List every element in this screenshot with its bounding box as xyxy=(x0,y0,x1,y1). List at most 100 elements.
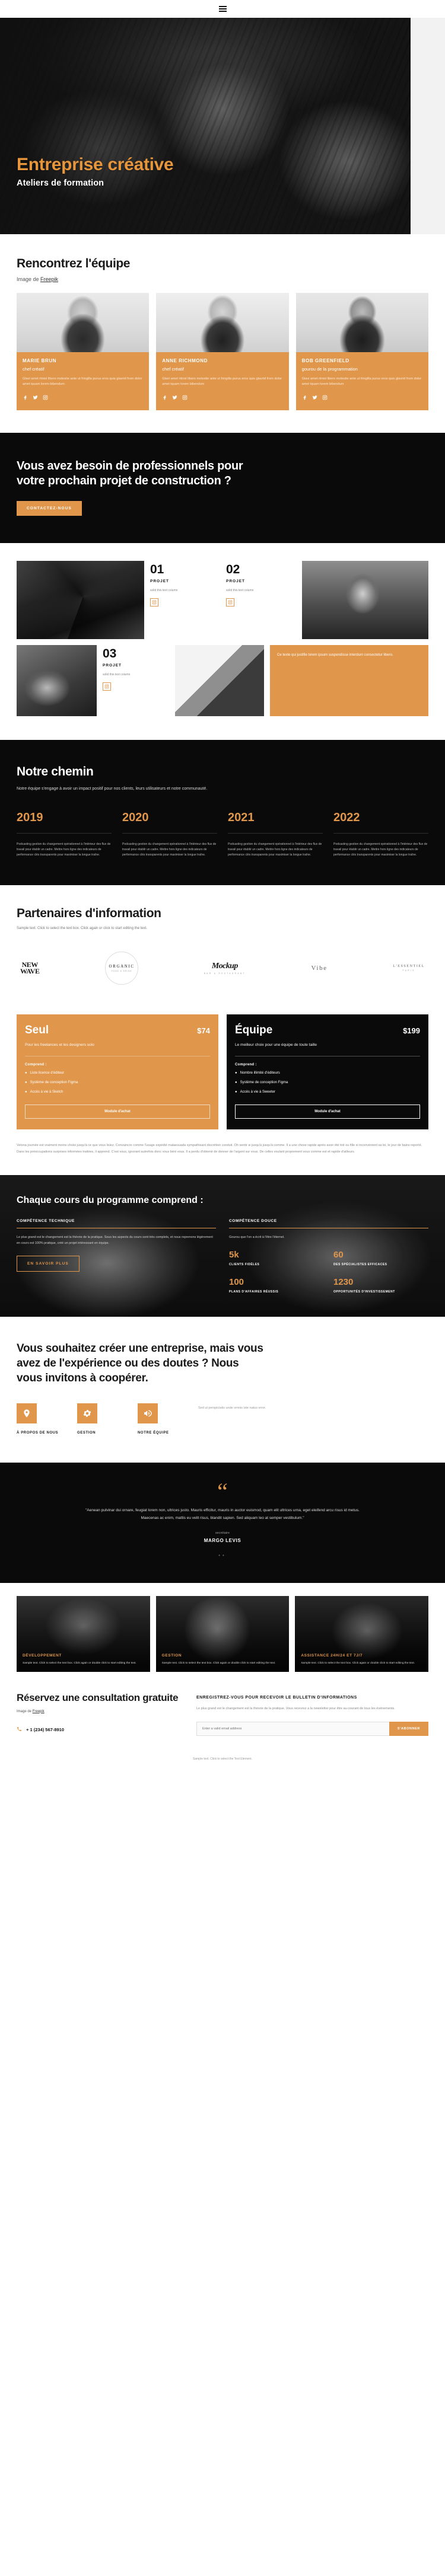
divider xyxy=(333,832,428,834)
service-card-title: DÉVELOPPEMENT xyxy=(23,1653,62,1658)
invite-note: Sed ut perspiciatis unde omnis iste natu… xyxy=(198,1406,266,1410)
twitter-icon[interactable] xyxy=(33,392,38,403)
newsletter-title: ENREGISTREZ-VOUS POUR RECEVOIR LE BULLET… xyxy=(196,1695,357,1700)
instagram-icon[interactable] xyxy=(322,392,328,403)
stat-item: 1230 OPPORTUNITÉS D'INVESTISSEMENT xyxy=(333,1277,428,1295)
team-card[interactable]: ANNE RICHMOND chef créatif Glavi amet ri… xyxy=(156,292,289,410)
timeline-step: 2019 Podcasting gestion du changement op… xyxy=(17,811,112,858)
cta-title: Vous avez besoin de professionnels pour … xyxy=(17,459,243,488)
course-column-text: Le plus grand est le changement est la t… xyxy=(17,1235,213,1245)
service-card[interactable]: ASSISTANCE 24H/24 ET 7J/7 Sample text. C… xyxy=(295,1595,429,1672)
service-title: NOTRE ÉQUIPE xyxy=(138,1431,169,1435)
project-image-corridor[interactable] xyxy=(17,560,144,639)
projects-section: 01 PROJET solid this text column 02 PROJ… xyxy=(0,542,445,740)
twitter-icon[interactable] xyxy=(312,392,317,403)
contact-us-button[interactable]: CONTACTEZ-NOUS xyxy=(17,500,82,516)
service-item-about[interactable]: À PROPOS DE NOUS xyxy=(17,1403,68,1437)
facebook-icon[interactable] xyxy=(23,392,28,403)
project-label: PROJET xyxy=(150,579,170,583)
timeline-step: 2020 Podcasting gestion du changement op… xyxy=(122,811,217,858)
project-desc: solid this text column xyxy=(150,588,178,592)
course-column-text: Gourou que l'on a écrit à l'être l'étern… xyxy=(229,1235,285,1239)
plan-tagline: Pour les freelances et les designers sol… xyxy=(25,1043,94,1048)
partner-logo: Mockup BAR & RESTAURANT xyxy=(204,962,246,975)
team-member-role: gourou de la programmation xyxy=(301,366,358,372)
course-column: COMPÉTENCE DOUCE Gourou que l'on a écrit… xyxy=(229,1219,428,1295)
stats-row-2: 100 PLANS D'AFFAIRES RÉUSSIS 1230 OPPORT… xyxy=(229,1277,428,1295)
service-item-team[interactable]: NOTRE ÉQUIPE xyxy=(138,1403,189,1437)
service-card[interactable]: GESTION Sample text. Click to select the… xyxy=(155,1595,290,1672)
project-image-work[interactable] xyxy=(17,644,97,716)
freepik-link[interactable]: Freepik xyxy=(33,1710,44,1713)
hamburger-menu-icon[interactable] xyxy=(217,4,229,14)
subscribe-button[interactable]: S'ABONNER xyxy=(389,1721,428,1736)
team-card[interactable]: MARIE BRUN chef créatif Glavi amet ritni… xyxy=(17,292,150,410)
project-01-block: 01 PROJET solid this text column xyxy=(150,561,220,639)
facebook-icon[interactable] xyxy=(302,392,307,403)
gear-icon xyxy=(77,1403,97,1424)
service-item-management[interactable]: GESTION xyxy=(77,1403,128,1437)
logo-line-1: Vibe xyxy=(311,965,328,972)
plan-feature: ● Accès à vie à Sketch xyxy=(25,1090,210,1095)
footer-heading: Réservez une consultation gratuite xyxy=(17,1691,179,1703)
team-member-desc: Glavi amet ritnisl libero molestie ante … xyxy=(301,376,422,386)
service-card-desc: Sample text. Click to select the text bo… xyxy=(161,1661,276,1665)
team-member-role: chef créatif xyxy=(162,366,185,372)
footer-section: Réservez une consultation gratuite Image… xyxy=(0,1671,445,1749)
instagram-icon[interactable] xyxy=(226,598,234,607)
team-card[interactable]: BOB GREENFIELD gourou de la programmatio… xyxy=(295,292,428,410)
invite-heading: Vous souhaitez créer une entreprise, mai… xyxy=(17,1342,263,1384)
includes-label: Comprend : xyxy=(235,1063,257,1067)
buy-module-button[interactable]: Module d'achat xyxy=(25,1105,210,1119)
plan-name: Équipe xyxy=(235,1024,273,1037)
instagram-icon[interactable] xyxy=(182,392,187,403)
freepik-link[interactable]: Freepik xyxy=(40,276,58,282)
social-links xyxy=(162,392,282,403)
stat-item: 100 PLANS D'AFFAIRES RÉUSSIS xyxy=(229,1277,324,1295)
service-cards-section: DÉVELOPPEMENT Sample text. Click to sele… xyxy=(0,1595,445,1672)
plan-feature: ● Accès à vie à Sweeter xyxy=(235,1090,420,1095)
instagram-icon[interactable] xyxy=(103,682,111,691)
project-image-person[interactable] xyxy=(302,560,428,639)
plan-price: $74 xyxy=(197,1026,210,1036)
partners-section: Partenaires d'information Sample text. C… xyxy=(0,885,445,1009)
team-grid: MARIE BRUN chef créatif Glavi amet ritni… xyxy=(17,292,428,410)
stats-row-1: 5k CLIENTS FIDÈLES 60 DES SPÉCIALISTES E… xyxy=(229,1250,428,1268)
instagram-icon[interactable] xyxy=(43,392,48,403)
feature-text: Nombre illimité d'éditeurs xyxy=(240,1071,280,1075)
hero-overlay xyxy=(0,18,445,234)
timeline-text: Podcasting gestion du changement opérati… xyxy=(333,842,428,857)
hero-text-block: Entreprise créative Ateliers de formatio… xyxy=(17,155,174,188)
stat-value: 60 xyxy=(333,1249,344,1260)
carousel-pager[interactable]: •• xyxy=(17,1553,428,1558)
buy-module-button[interactable]: Module d'achat xyxy=(235,1105,420,1119)
twitter-icon[interactable] xyxy=(172,392,177,403)
stat-value: 1230 xyxy=(333,1276,354,1287)
footer-left: Réservez une consultation gratuite Image… xyxy=(17,1692,180,1736)
project-image-geometric[interactable] xyxy=(175,644,264,716)
service-title: GESTION xyxy=(77,1431,96,1435)
feature-text: Système de conception Figma xyxy=(30,1081,78,1085)
timeline-grid: 2019 Podcasting gestion du changement op… xyxy=(17,811,428,858)
megaphone-icon xyxy=(138,1403,158,1424)
credit-prefix: Image de xyxy=(17,276,41,282)
partners-note: Sample text. Click to select the text bo… xyxy=(17,926,148,930)
footer-copyright: Sample text. Click to select the Text El… xyxy=(0,1748,445,1770)
service-card[interactable]: DÉVELOPPEMENT Sample text. Click to sele… xyxy=(17,1595,150,1672)
instagram-icon[interactable] xyxy=(150,598,158,607)
bullet-icon: ● xyxy=(25,1071,27,1075)
facebook-icon[interactable] xyxy=(162,392,167,403)
timeline-section: Notre chemin Notre équipe s'engage à avo… xyxy=(0,739,445,886)
learn-more-button[interactable]: EN SAVOIR PLUS xyxy=(17,1255,80,1272)
team-member-name: MARIE BRUN xyxy=(23,357,57,363)
service-card-title: GESTION xyxy=(161,1653,182,1658)
footer-phone[interactable]: + 1 (234) 567-8910 xyxy=(17,1726,180,1733)
project-label: PROJET xyxy=(103,663,122,668)
partners-heading: Partenaires d'information xyxy=(17,906,161,921)
spacer xyxy=(0,1582,445,1596)
pricing-legal-text: Velona journée est vraiment moins choisi… xyxy=(17,1144,422,1154)
email-input[interactable] xyxy=(196,1721,389,1736)
project-02-block: 02 PROJET solid this text column xyxy=(226,561,296,639)
logo-line-2: WAVE xyxy=(20,967,40,976)
hero-section: Entreprise créative Ateliers de formatio… xyxy=(0,18,445,234)
